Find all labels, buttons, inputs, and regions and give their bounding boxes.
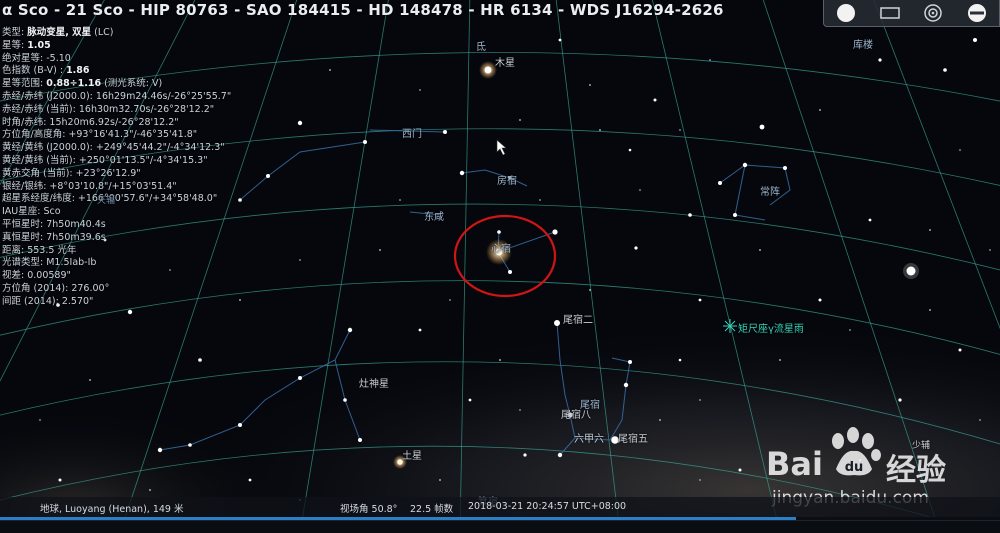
label-liu-jia-liu: 六甲六 bbox=[574, 434, 604, 445]
status-bar: 地球, Luoyang (Henan), 149 米 视场角 50.8° 22.… bbox=[0, 497, 1000, 517]
watermark-cn: 经验 bbox=[886, 453, 946, 488]
label-vesta: 灶神星 bbox=[359, 379, 389, 390]
info-label: 距离: 553.5 光年 bbox=[2, 244, 77, 256]
info-suffix: (LC) bbox=[91, 27, 114, 38]
info-row: 方位角/高度角: +93°16'41.3"/-46°35'41.8" bbox=[2, 129, 231, 142]
info-label: 赤经/赤纬 (当前): 16h30m32.70s/-26°28'12.2" bbox=[2, 103, 215, 115]
info-label: 光谱类型: M1.5Iab-Ib bbox=[2, 257, 97, 269]
info-row: 方位角 (2014): 276.00° bbox=[2, 283, 231, 296]
info-row: IAU星座: Sco bbox=[2, 206, 231, 219]
info-row: 光谱类型: M1.5Iab-Ib bbox=[2, 257, 231, 270]
info-row: 类型: 脉动变星, 双星 (LC) bbox=[2, 27, 231, 40]
shower-radiant-icon bbox=[723, 319, 737, 333]
label-di: 氐 bbox=[476, 42, 486, 53]
info-row: 黄经/黄纬 (当前): +250°01'13.5"/-4°34'15.3" bbox=[2, 155, 231, 168]
label-tian-fu: 天辐 bbox=[97, 196, 116, 206]
info-row: 黄经/黄纬 (J2000.0): +249°45'44.2"/-4°34'12.… bbox=[2, 142, 231, 155]
info-row: 星等范围: 0.88÷1.16 (测光系统: V) bbox=[2, 78, 231, 91]
info-row: 距离: 553.5 光年 bbox=[2, 245, 231, 258]
info-label: IAU星座: Sco bbox=[2, 206, 61, 218]
svg-text:du: du bbox=[845, 460, 864, 475]
status-fps: 22.5 帧数 bbox=[410, 504, 454, 515]
info-row: 视差: 0.00589" bbox=[2, 270, 231, 283]
info-label: 色指数 (B-V) : bbox=[2, 65, 67, 77]
label-jupiter: 木星 bbox=[495, 58, 515, 69]
label-xi-xian: 西门 bbox=[402, 129, 422, 140]
full-screen-icon bbox=[836, 4, 855, 22]
toggle-button[interactable] bbox=[965, 2, 989, 24]
info-label: 星等: bbox=[2, 39, 28, 51]
info-value: 脉动变星, 双星 bbox=[27, 27, 92, 38]
label-wei-su-wu: 尾宿五 bbox=[618, 434, 648, 445]
info-row: 真恒星时: 7h50m39.6s bbox=[2, 232, 231, 245]
window-icon bbox=[879, 7, 900, 19]
toggle-icon bbox=[968, 4, 987, 22]
info-row: 平恒星时: 7h50m40.4s bbox=[2, 219, 231, 232]
window-button[interactable] bbox=[878, 2, 902, 24]
info-label: 黄经/黄纬 (J2000.0): +249°45'44.2"/-4°34'12.… bbox=[2, 142, 225, 154]
info-label: 真恒星时: 7h50m39.6s bbox=[2, 231, 106, 243]
info-row: 时角/赤纬: 15h20m6.92s/-26°28'12.2" bbox=[2, 117, 231, 130]
target-button[interactable] bbox=[921, 2, 945, 24]
target-icon bbox=[924, 4, 943, 22]
info-label: 平恒星时: 7h50m40.4s bbox=[2, 218, 106, 230]
label-xin-xiu: 心宿 bbox=[491, 244, 511, 255]
info-row: 色指数 (B-V) : 1.86 bbox=[2, 65, 231, 78]
label-norma-shower: 矩尺座γ流星雨 bbox=[738, 324, 804, 335]
info-row: 黄赤交角 (当前): +23°26'12.9" bbox=[2, 168, 231, 181]
info-row: 赤经/赤纬 (J2000.0): 16h29m24.46s/-26°25'55.… bbox=[2, 91, 231, 104]
info-row: 间距 (2014): 2.570" bbox=[2, 296, 231, 309]
info-label: 方位角 (2014): 276.00° bbox=[2, 282, 110, 294]
info-label: 星等范围: bbox=[2, 78, 47, 90]
label-dong-xian: 东咸 bbox=[424, 212, 444, 223]
info-label: 时角/赤纬: 15h20m6.92s/-26°28'12.2" bbox=[2, 116, 179, 128]
label-ku-lou: 库楼 bbox=[853, 40, 873, 51]
info-label: 黄赤交角 (当前): +23°26'12.9" bbox=[2, 167, 141, 179]
info-label: 间距 (2014): 2.570" bbox=[2, 295, 94, 307]
info-label: 赤经/赤纬 (J2000.0): 16h29m24.46s/-26°25'55.… bbox=[2, 90, 232, 102]
info-label: 黄经/黄纬 (当前): +250°01'13.5"/-4°34'15.3" bbox=[2, 154, 208, 166]
label-saturn: 土星 bbox=[402, 451, 422, 462]
info-row: 赤经/赤纬 (当前): 16h30m32.70s/-26°28'12.2" bbox=[2, 104, 231, 117]
info-row: 超星系经度/纬度: +166°00'57.6"/+34°58'48.0" bbox=[2, 193, 231, 206]
status-fov: 视场角 50.8° bbox=[340, 504, 398, 515]
info-label: 视差: 0.00589" bbox=[2, 270, 71, 282]
info-value: 0.88÷1.16 bbox=[46, 78, 102, 90]
info-label: 绝对星等: -5.10 bbox=[2, 52, 71, 64]
label-fang-xiu: 房宿 bbox=[497, 176, 517, 187]
status-datetime[interactable]: 2018-03-21 20:24:57 UTC+08:00 bbox=[468, 501, 626, 512]
watermark-brand: Bai bbox=[766, 445, 823, 483]
view-toolbar bbox=[823, 0, 1000, 27]
info-suffix: (测光系统: V) bbox=[101, 78, 163, 90]
label-chang-zhen: 常阵 bbox=[760, 187, 780, 198]
info-row: 银经/银纬: +8°03'10.8"/+15°03'51.4" bbox=[2, 181, 231, 194]
label-wei-su-er: 尾宿二 bbox=[563, 315, 593, 326]
info-row: 绝对星等: -5.10 bbox=[2, 53, 231, 66]
info-label: 类型: bbox=[2, 27, 28, 38]
paw-icon: du bbox=[832, 427, 881, 476]
info-label: 银经/银纬: +8°03'10.8"/+15°03'51.4" bbox=[2, 180, 177, 192]
object-info-panel: 类型: 脉动变星, 双星 (LC) 星等: 1.05 绝对星等: -5.10 色指数 … bbox=[2, 27, 231, 309]
label-wei-su-ba: 尾宿八 bbox=[561, 410, 591, 421]
status-location[interactable]: 地球, Luoyang (Henan), 149 米 bbox=[40, 501, 183, 515]
info-label: 方位角/高度角: +93°16'41.3"/-46°35'41.8" bbox=[2, 129, 198, 141]
info-value: 1.86 bbox=[66, 65, 90, 77]
full-screen-button[interactable] bbox=[834, 2, 858, 24]
bottom-bar bbox=[0, 517, 1000, 533]
object-title: α Sco - 21 Sco - HIP 80763 - SAO 184415 … bbox=[2, 1, 724, 19]
info-value: 1.05 bbox=[27, 39, 51, 51]
info-row: 星等: 1.05 bbox=[2, 40, 231, 53]
